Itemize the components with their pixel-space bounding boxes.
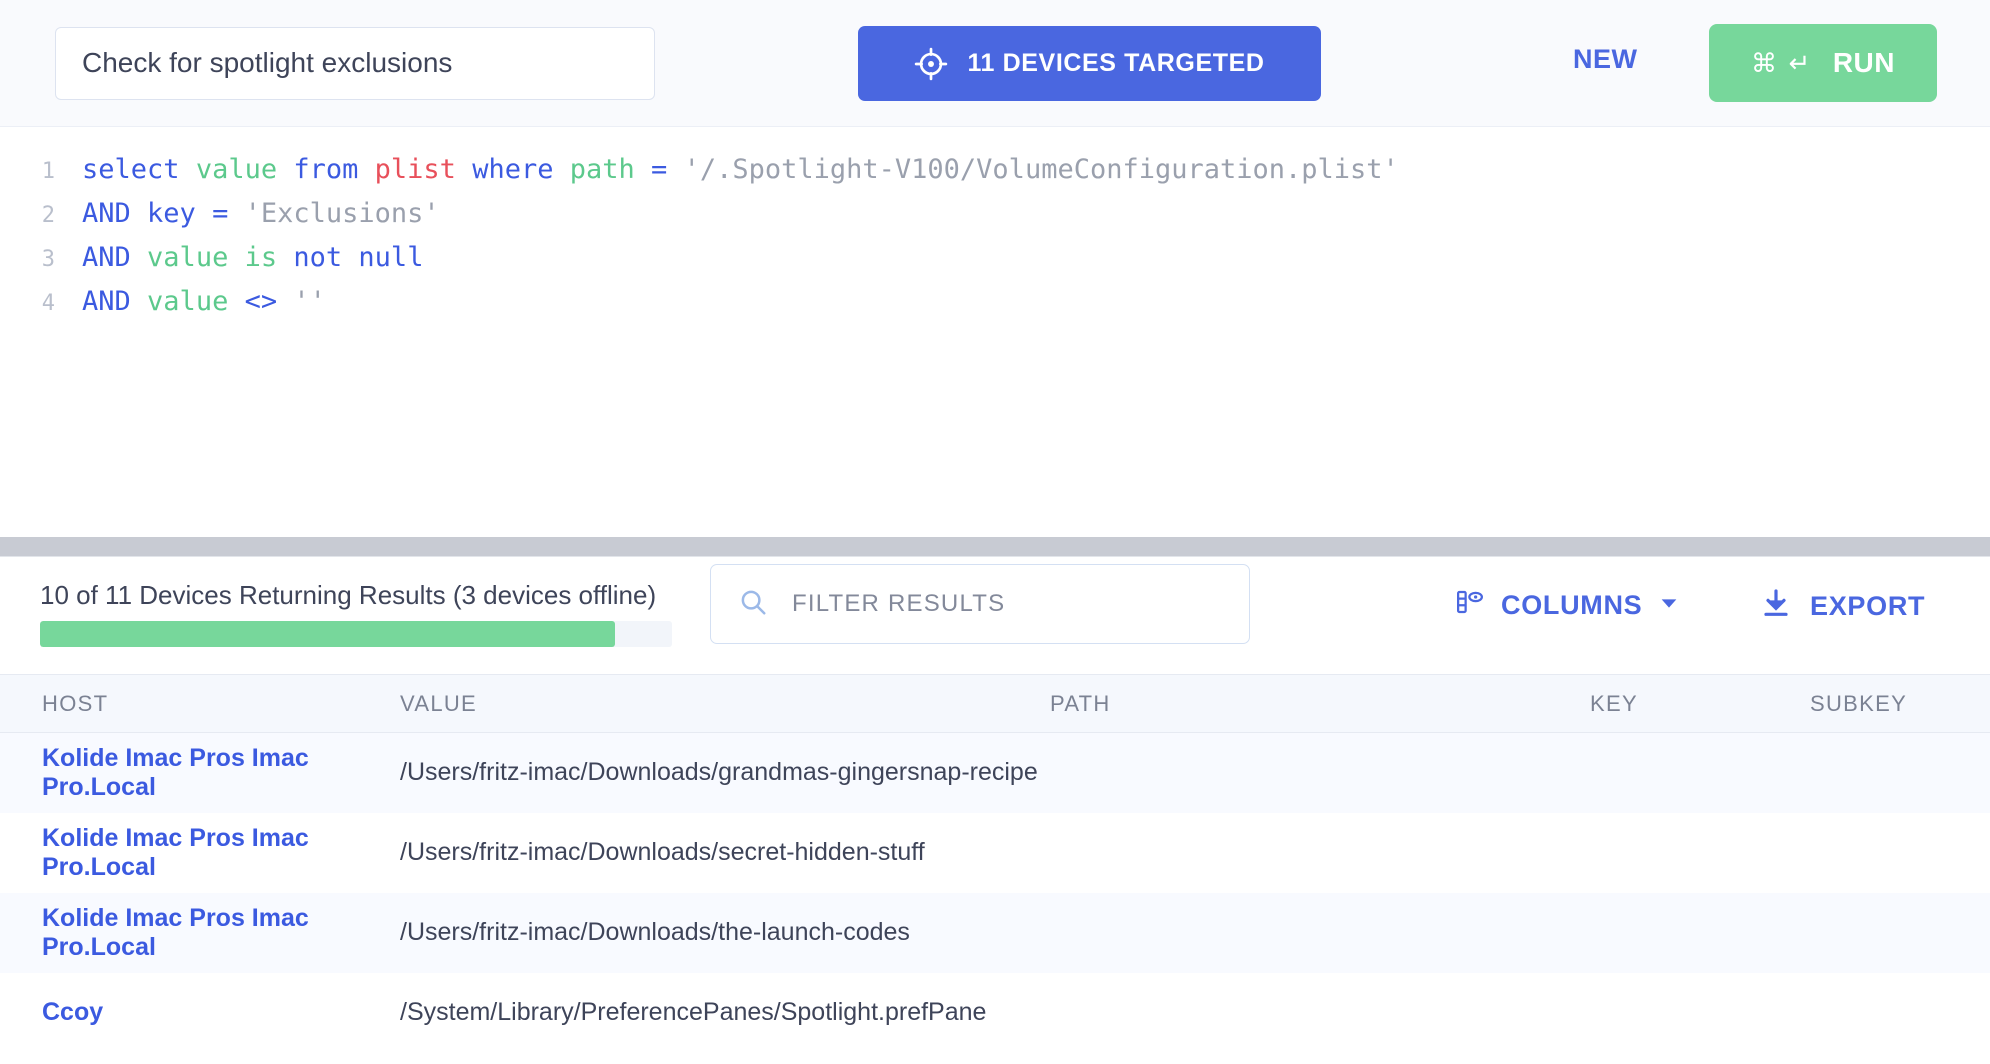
- column-header-key[interactable]: KEY: [1590, 675, 1810, 733]
- column-header-value[interactable]: VALUE: [400, 675, 1050, 733]
- results-status-text: 10 of 11 Devices Returning Results (3 de…: [40, 580, 672, 611]
- table-row[interactable]: Kolide Imac Pros Imac Pro.Local/Users/fr…: [0, 733, 1990, 813]
- cell-host: Kolide Imac Pros Imac Pro.Local: [0, 733, 400, 813]
- devices-targeted-label: 11 DEVICES TARGETED: [967, 49, 1264, 78]
- cell-subkey: [1810, 813, 1990, 893]
- cell-value: /Users/fritz-imac/Downloads/grandmas-gin…: [400, 733, 1050, 813]
- export-label: EXPORT: [1810, 591, 1925, 622]
- results-toolbar: 10 of 11 Devices Returning Results (3 de…: [0, 557, 1990, 674]
- columns-label: COLUMNS: [1501, 590, 1642, 621]
- cell-path: [1050, 973, 1590, 1053]
- magnifier-icon: [738, 587, 768, 622]
- code-line[interactable]: 1select value from plist where path = '/…: [0, 154, 1990, 198]
- cell-key: [1590, 733, 1810, 813]
- code-line-text: AND key = 'Exclusions': [55, 198, 440, 229]
- code-line[interactable]: 3AND value is not null: [0, 242, 1990, 286]
- cell-host: Kolide Imac Pros Imac Pro.Local: [0, 893, 400, 973]
- host-link[interactable]: Kolide Imac Pros Imac Pro.Local: [42, 744, 309, 801]
- export-button[interactable]: EXPORT: [1760, 587, 1925, 626]
- cell-path: [1050, 893, 1590, 973]
- filter-results-input[interactable]: [790, 589, 1222, 619]
- host-link[interactable]: Kolide Imac Pros Imac Pro.Local: [42, 824, 309, 881]
- host-link[interactable]: Ccoy: [42, 998, 103, 1026]
- cell-path: [1050, 733, 1590, 813]
- code-lines-container[interactable]: 1select value from plist where path = '/…: [0, 154, 1990, 330]
- cell-key: [1590, 973, 1810, 1053]
- code-line-text: AND value <> '': [55, 286, 326, 317]
- results-panel: 10 of 11 Devices Returning Results (3 de…: [0, 557, 1990, 1053]
- column-header-path[interactable]: PATH: [1050, 675, 1590, 733]
- results-progress-bar: [40, 621, 672, 647]
- sql-editor[interactable]: 1select value from plist where path = '/…: [0, 127, 1990, 537]
- cell-key: [1590, 893, 1810, 973]
- cell-host: Kolide Imac Pros Imac Pro.Local: [0, 813, 400, 893]
- table-header-row: HOST VALUE PATH KEY SUBKEY: [0, 675, 1990, 733]
- code-line-text: select value from plist where path = '/.…: [55, 154, 1399, 185]
- cell-subkey: [1810, 893, 1990, 973]
- cell-subkey: [1810, 973, 1990, 1053]
- command-key-icon: ⌘: [1751, 48, 1778, 79]
- code-line[interactable]: 4AND value <> '': [0, 286, 1990, 330]
- query-title-input[interactable]: [80, 46, 630, 80]
- line-number: 4: [0, 291, 55, 316]
- enter-key-icon: ↵: [1789, 48, 1811, 79]
- new-query-link[interactable]: NEW: [1573, 44, 1638, 75]
- table-row[interactable]: Kolide Imac Pros Imac Pro.Local/Users/fr…: [0, 813, 1990, 893]
- app-header: 11 DEVICES TARGETED NEW ⌘ ↵ RUN: [0, 0, 1990, 127]
- crosshair-target-icon: [914, 47, 948, 81]
- line-number: 1: [0, 159, 55, 184]
- line-number: 2: [0, 203, 55, 228]
- results-status-block: 10 of 11 Devices Returning Results (3 de…: [40, 580, 672, 647]
- cell-path: [1050, 813, 1590, 893]
- code-line-text: AND value is not null: [55, 242, 423, 273]
- table-row[interactable]: Ccoy/System/Library/PreferencePanes/Spot…: [0, 973, 1990, 1053]
- download-arrow-icon: [1760, 587, 1792, 626]
- columns-eye-icon: [1455, 587, 1485, 624]
- line-number: 3: [0, 247, 55, 272]
- host-link[interactable]: Kolide Imac Pros Imac Pro.Local: [42, 904, 309, 961]
- cell-value: /Users/fritz-imac/Downloads/secret-hidde…: [400, 813, 1050, 893]
- columns-button[interactable]: COLUMNS: [1455, 587, 1680, 624]
- table-row[interactable]: Kolide Imac Pros Imac Pro.Local/Users/fr…: [0, 893, 1990, 973]
- devices-targeted-button[interactable]: 11 DEVICES TARGETED: [858, 26, 1321, 101]
- column-header-host[interactable]: HOST: [0, 675, 400, 733]
- results-table: HOST VALUE PATH KEY SUBKEY Kolide Imac P…: [0, 674, 1990, 1053]
- run-query-button[interactable]: ⌘ ↵ RUN: [1709, 24, 1937, 102]
- cell-host: Ccoy: [0, 973, 400, 1053]
- results-progress-fill: [40, 621, 615, 647]
- results-table-header: HOST VALUE PATH KEY SUBKEY: [0, 675, 1990, 733]
- filter-results-field[interactable]: [710, 564, 1250, 644]
- code-line[interactable]: 2AND key = 'Exclusions': [0, 198, 1990, 242]
- run-button-label: RUN: [1833, 47, 1895, 79]
- cell-value: /System/Library/PreferencePanes/Spotligh…: [400, 973, 1050, 1053]
- results-table-body: Kolide Imac Pros Imac Pro.Local/Users/fr…: [0, 733, 1990, 1053]
- pane-resize-handle[interactable]: [0, 537, 1990, 557]
- query-title-field[interactable]: [55, 27, 655, 100]
- chevron-down-icon: [1658, 590, 1680, 621]
- column-header-subkey[interactable]: SUBKEY: [1810, 675, 1990, 733]
- cell-key: [1590, 813, 1810, 893]
- cell-value: /Users/fritz-imac/Downloads/the-launch-c…: [400, 893, 1050, 973]
- cell-subkey: [1810, 733, 1990, 813]
